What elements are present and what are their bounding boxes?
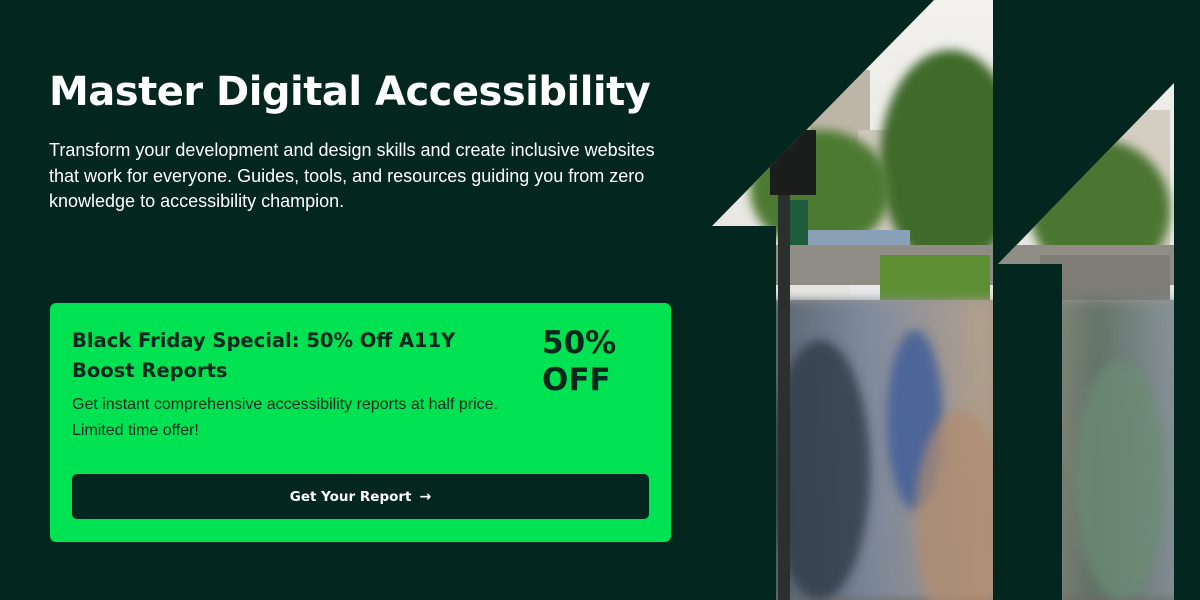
promo-title: Black Friday Special: 50% Off A11Y Boost… — [72, 329, 456, 382]
promo-description: Get instant comprehensive accessibility … — [72, 396, 498, 439]
arrow-right-icon: → — [419, 488, 432, 505]
get-report-label: Get Your Report — [289, 488, 412, 505]
promo-card: Black Friday Special: 50% Off A11Y Boost… — [50, 303, 671, 542]
promo-discount-badge: 50% OFF — [542, 325, 617, 398]
hero-street-image — [712, 0, 1174, 600]
hero-description: Transform your development and design sk… — [49, 140, 655, 211]
hero-title: Master Digital Accessibility — [49, 69, 651, 115]
get-report-button[interactable]: Get Your Report → — [72, 474, 649, 519]
